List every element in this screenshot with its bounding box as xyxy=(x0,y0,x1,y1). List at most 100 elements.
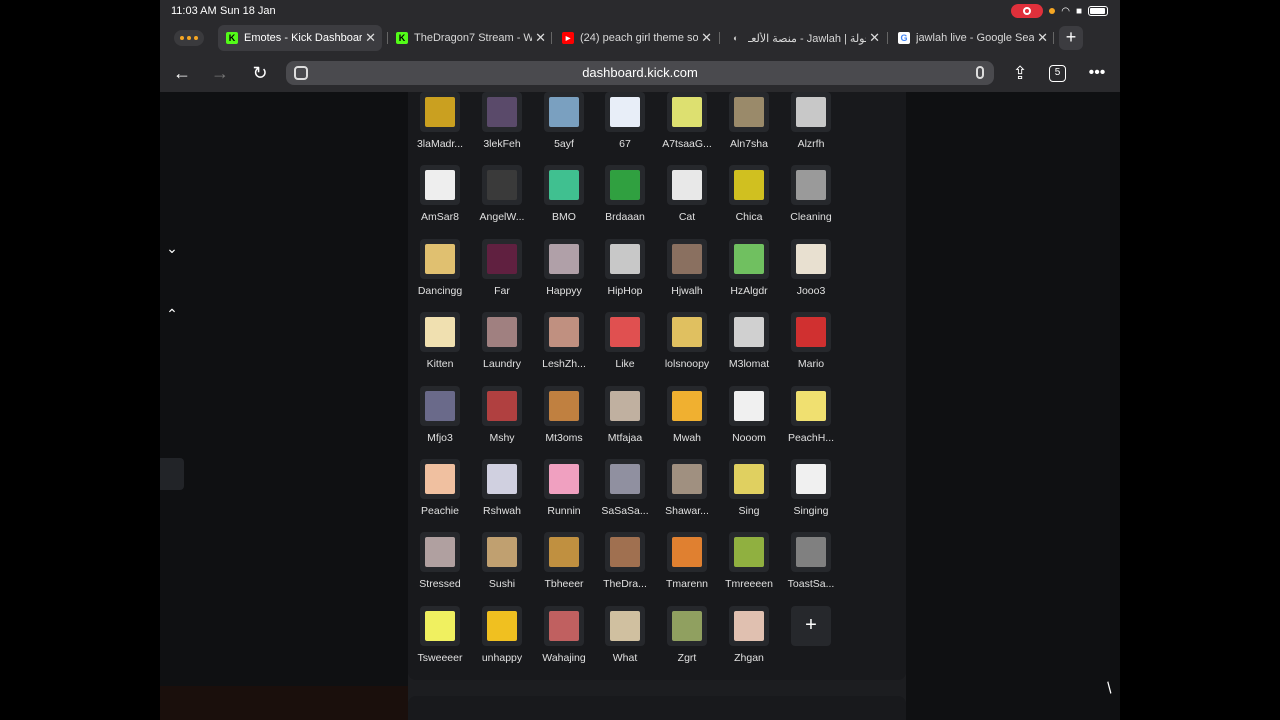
emote-thumb[interactable] xyxy=(667,605,707,646)
emote-thumb[interactable] xyxy=(544,312,584,353)
emote-item[interactable]: Kitten xyxy=(406,312,468,382)
close-icon[interactable]: ✕ xyxy=(1037,30,1048,46)
emote-item[interactable]: Chica xyxy=(715,165,777,235)
emote-thumb[interactable] xyxy=(420,312,460,353)
emote-thumb[interactable] xyxy=(605,238,645,279)
emote-item[interactable]: Shawar... xyxy=(653,459,715,529)
emote-thumb[interactable] xyxy=(544,165,584,206)
emote-item[interactable]: Far xyxy=(468,238,530,309)
emote-item[interactable]: ToastSa... xyxy=(777,532,839,602)
emote-item[interactable]: Zgrt xyxy=(653,605,715,676)
emote-thumb[interactable] xyxy=(605,385,645,426)
emote-thumb[interactable] xyxy=(667,459,707,499)
emote-thumb[interactable] xyxy=(729,605,769,646)
emote-thumb[interactable] xyxy=(420,459,460,499)
emote-thumb[interactable] xyxy=(667,92,707,132)
share-icon[interactable]: ⇪ xyxy=(1008,61,1032,85)
emote-thumb[interactable] xyxy=(482,312,522,353)
emote-thumb[interactable] xyxy=(729,532,769,573)
close-icon[interactable]: ✕ xyxy=(869,30,880,46)
close-icon[interactable]: ✕ xyxy=(535,30,546,46)
emote-thumb[interactable] xyxy=(544,605,584,646)
emote-item[interactable]: 67 xyxy=(591,92,653,162)
emote-item[interactable]: LeshZh... xyxy=(530,312,592,382)
emote-thumb[interactable] xyxy=(667,165,707,206)
emote-thumb[interactable] xyxy=(420,605,460,646)
emote-thumb[interactable] xyxy=(791,312,831,353)
emote-thumb[interactable] xyxy=(605,532,645,573)
emote-item[interactable]: What xyxy=(591,605,653,676)
new-tab-button[interactable]: + xyxy=(1059,26,1083,50)
tab-jawlah[interactable]: ◐ منصة الألعـ - Jawlah | جولة ✕ xyxy=(722,25,886,51)
emote-thumb[interactable] xyxy=(420,385,460,426)
emote-thumb[interactable] xyxy=(420,92,460,132)
emote-item[interactable]: lolsnoopy xyxy=(653,312,715,382)
emote-thumb[interactable] xyxy=(544,459,584,499)
emote-item[interactable]: BMO xyxy=(530,165,592,235)
multitask-dots-icon[interactable] xyxy=(174,30,204,46)
more-icon[interactable]: ••• xyxy=(1085,61,1109,85)
emote-item[interactable]: AmSar8 xyxy=(406,165,468,235)
emote-thumb[interactable] xyxy=(482,605,522,646)
emote-item[interactable]: Sushi xyxy=(468,532,530,602)
emote-thumb[interactable] xyxy=(482,165,522,206)
emote-thumb[interactable] xyxy=(482,92,522,132)
emote-item[interactable]: Peachie xyxy=(406,459,468,529)
emote-item[interactable]: Stressed xyxy=(406,532,468,602)
emote-thumb[interactable] xyxy=(605,92,645,132)
emote-item[interactable]: SaSaSa... xyxy=(591,459,653,529)
emote-thumb[interactable] xyxy=(482,385,522,426)
emote-thumb[interactable] xyxy=(729,385,769,426)
emote-item[interactable]: HzAlgdr xyxy=(715,238,777,309)
emote-item[interactable]: Tsweeeer xyxy=(406,605,468,676)
emote-thumb[interactable] xyxy=(544,532,584,573)
emote-thumb[interactable] xyxy=(667,312,707,353)
emote-item[interactable]: Dancingg xyxy=(406,238,468,309)
reload-icon[interactable]: ↻ xyxy=(248,61,272,85)
sidebar-handle[interactable] xyxy=(160,458,184,490)
add-emote-button[interactable]: + xyxy=(791,605,831,646)
lens-icon[interactable] xyxy=(294,66,308,80)
emote-thumb[interactable] xyxy=(791,532,831,573)
emote-item[interactable]: Mfjo3 xyxy=(406,385,468,456)
emote-thumb[interactable] xyxy=(729,312,769,353)
emote-thumb[interactable] xyxy=(482,459,522,499)
emote-thumb[interactable] xyxy=(729,238,769,279)
chevron-down-icon[interactable]: ⌄ xyxy=(162,240,182,260)
emote-item[interactable]: Mt3oms xyxy=(530,385,592,456)
emote-thumb[interactable] xyxy=(729,92,769,132)
tab-youtube[interactable]: ▶ (24) peach girl theme so ✕ xyxy=(554,25,718,51)
tab-count-button[interactable]: 5 xyxy=(1049,65,1066,82)
address-bar[interactable]: dashboard.kick.com xyxy=(286,61,994,85)
emote-item[interactable]: 3laMadr... xyxy=(406,92,468,162)
emote-item[interactable]: 3lekFeh xyxy=(468,92,530,162)
emote-item[interactable]: Alzrfh xyxy=(777,92,839,162)
emote-item[interactable]: Like xyxy=(591,312,653,382)
emote-thumb[interactable] xyxy=(667,238,707,279)
emote-thumb[interactable] xyxy=(544,385,584,426)
emote-item[interactable]: Mshy xyxy=(468,385,530,456)
emote-thumb[interactable] xyxy=(729,165,769,206)
emote-item[interactable]: Runnin xyxy=(530,459,592,529)
emote-thumb[interactable] xyxy=(791,459,831,499)
emote-item[interactable]: Singing xyxy=(777,459,839,529)
emote-item[interactable]: Nooom xyxy=(715,385,777,456)
mic-icon[interactable] xyxy=(976,66,984,79)
emote-item[interactable]: Hjwalh xyxy=(653,238,715,309)
emote-item[interactable]: PeachH... xyxy=(777,385,839,456)
emote-thumb[interactable] xyxy=(605,165,645,206)
emote-item[interactable]: Wahajing xyxy=(530,605,592,676)
emote-thumb[interactable] xyxy=(605,605,645,646)
emote-item[interactable]: Happyy xyxy=(530,238,592,309)
emote-thumb[interactable] xyxy=(482,532,522,573)
emote-thumb[interactable] xyxy=(791,238,831,279)
emote-item[interactable]: Cleaning xyxy=(777,165,839,235)
emote-thumb[interactable] xyxy=(605,459,645,499)
emote-thumb[interactable] xyxy=(791,92,831,132)
emote-thumb[interactable] xyxy=(605,312,645,353)
chevron-up-icon[interactable]: ⌃ xyxy=(162,306,182,326)
tab-google-search[interactable]: G jawlah live - Google Sea ✕ xyxy=(890,25,1054,51)
emote-thumb[interactable] xyxy=(544,238,584,279)
emote-item[interactable]: AngelW... xyxy=(468,165,530,235)
emote-item[interactable]: A7tsaaG... xyxy=(653,92,715,162)
